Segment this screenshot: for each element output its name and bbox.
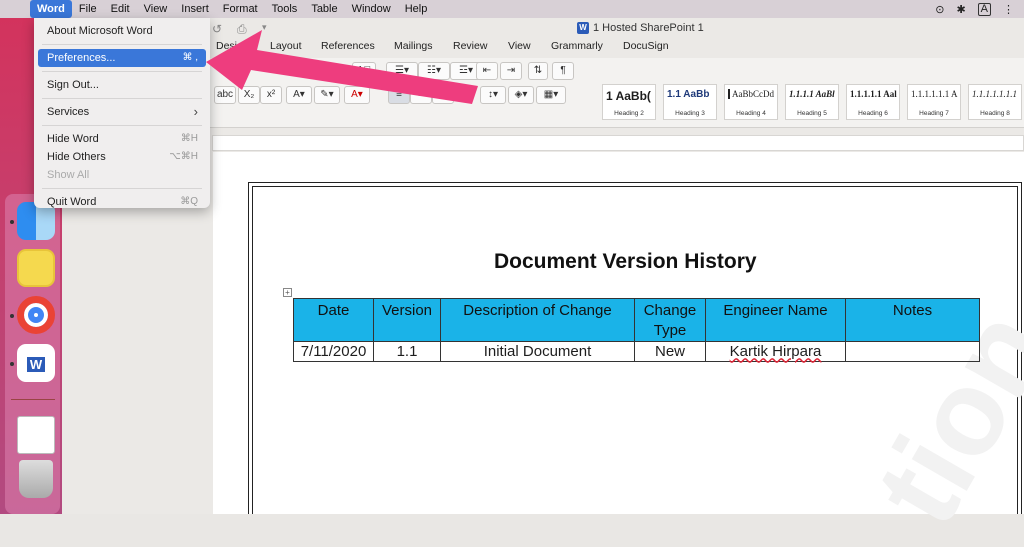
annotation-arrow-icon: [206, 30, 478, 104]
arrow-shape: [206, 30, 478, 104]
